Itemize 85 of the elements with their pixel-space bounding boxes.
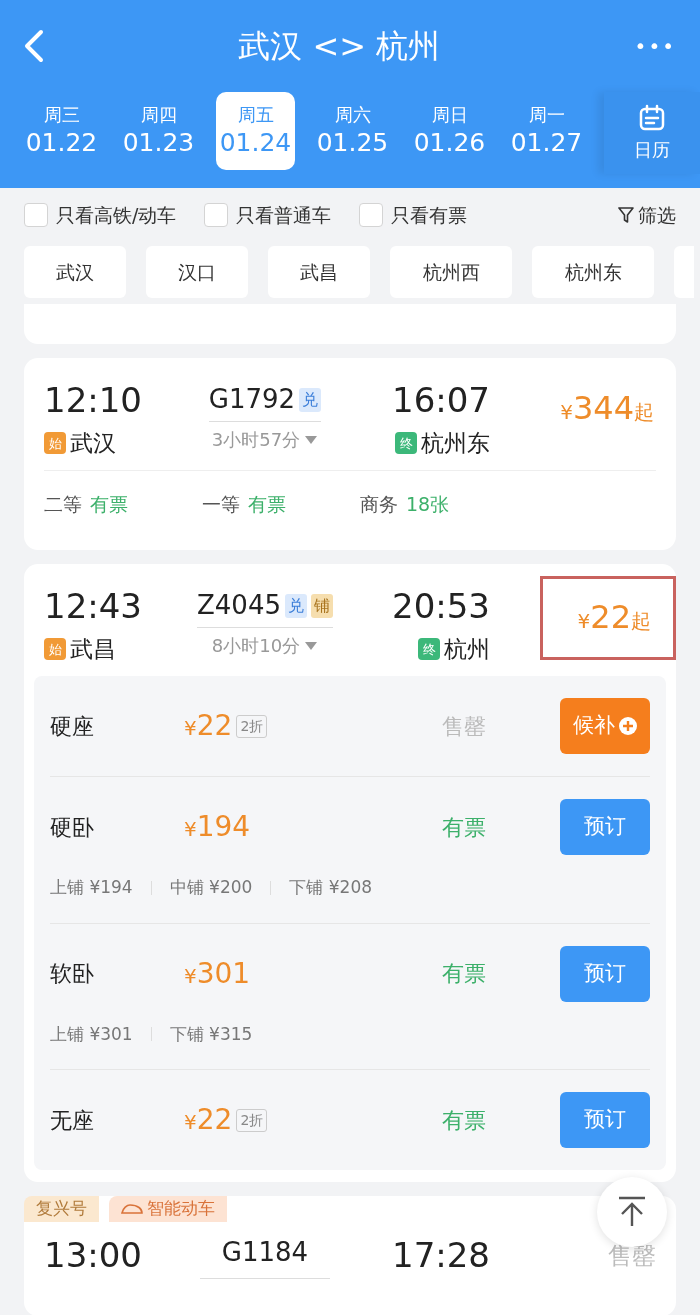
ticket-status: 售罄	[441, 712, 487, 741]
duration-toggle[interactable]: 8小时10分	[211, 632, 319, 659]
berth-price: 下铺 ¥315	[169, 1022, 253, 1046]
date-tab[interactable]: 周四 01.23	[119, 92, 198, 170]
seat-type: 硬座	[50, 712, 95, 741]
ticket-status: 有票	[441, 813, 487, 842]
station-chip[interactable]: 武昌	[268, 246, 370, 298]
departure-station: 武汉	[70, 429, 116, 458]
price-from: ¥22起	[577, 597, 651, 638]
seat-class: 商务	[360, 492, 398, 518]
filter-checkbox[interactable]: 只看有票	[359, 200, 468, 230]
filter-icon	[618, 206, 634, 224]
discount-tag: 2折	[236, 714, 268, 738]
seat-availability: 18张	[406, 492, 450, 518]
calendar-button[interactable]: 日历	[604, 92, 700, 174]
date-tab[interactable]: 周日 01.26	[410, 92, 489, 170]
train-card[interactable]: 12:43 始 武昌 Z4045 兑 铺 8小时10分 20:53 终 杭州 ¥22起 硬座 ¥22 2折 售罄 候补 硬卧 ¥194 有票 预订 上铺 ¥194 中铺 ¥200 下铺 ¥208 软卧 ¥301 有票 预订 上铺 ¥301 下铺 ¥315 无座 ¥22 2折 有票 预订	[24, 564, 676, 1182]
station-chip[interactable]: 杭州西	[390, 246, 512, 298]
more-button[interactable]: •••	[634, 31, 676, 61]
berth-price: 上铺 ¥194	[50, 876, 133, 899]
date-tab[interactable]: 周六 01.25	[313, 92, 392, 170]
arrival-station: 杭州东	[421, 429, 490, 458]
departure-time: 12:43	[44, 585, 143, 628]
seat-class: 一等	[202, 492, 240, 518]
ticket-status: 售罄	[608, 1240, 656, 1272]
arrival-time: 17:28	[391, 1234, 490, 1277]
departure-badge: 始	[44, 638, 66, 661]
seat-price: ¥22	[184, 1102, 233, 1138]
seat-type: 无座	[50, 1106, 95, 1135]
filter-button[interactable]: 筛选	[618, 200, 676, 230]
caret-icon	[304, 640, 319, 651]
page-title: 武汉 <> 杭州	[238, 26, 441, 67]
duration-toggle[interactable]: 3小时57分	[211, 426, 319, 453]
berth-price: 上铺 ¥301	[50, 1022, 133, 1046]
arrival-time: 16:07	[392, 379, 490, 422]
train-number: G1184	[221, 1235, 309, 1269]
seat-type: 硬卧	[50, 813, 95, 842]
caret-icon	[304, 434, 319, 445]
ticket-status: 有票	[441, 960, 487, 988]
arrow-up-icon	[617, 1196, 647, 1228]
berth-price: 中铺 ¥200	[169, 876, 253, 899]
train-label: 智能动车	[109, 1196, 227, 1222]
back-icon[interactable]	[24, 29, 44, 63]
train-card[interactable]: 12:10 始 武汉 G1792 兑 3小时57分 16:07 终 杭州东 ¥344起 二等 有票 一等 有票 商务 18张	[24, 358, 676, 550]
date-tab[interactable]: 周三 01.22	[22, 92, 101, 170]
train-label: 复兴号	[24, 1196, 99, 1222]
train-card[interactable]: 复兴号 智能动车 13:00 G1184 17:28 售罄	[24, 1196, 676, 1315]
price-from: ¥344起	[560, 388, 654, 429]
train-number: Z4045	[197, 589, 281, 622]
book-button[interactable]: 预订	[560, 799, 650, 855]
book-button[interactable]: 预订	[560, 945, 650, 1002]
seat-price: ¥22	[184, 708, 233, 744]
departure-time: 12:10	[44, 379, 143, 422]
calendar-icon	[638, 103, 666, 132]
seat-class: 二等	[44, 492, 82, 518]
arrival-badge: 终	[418, 638, 440, 661]
arrival-badge: 终	[395, 432, 417, 455]
train-tag: 铺	[311, 593, 333, 618]
discount-tag: 2折	[236, 1108, 268, 1132]
filter-checkbox[interactable]: 只看普通车	[204, 200, 332, 230]
filter-checkbox[interactable]: 只看高铁/动车	[24, 200, 177, 230]
seat-price: ¥194	[184, 809, 251, 845]
seat-price: ¥301	[184, 955, 251, 992]
train-tag: 兑	[285, 593, 307, 618]
seat-availability: 有票	[248, 492, 286, 518]
arrival-station: 杭州	[444, 635, 490, 664]
train-tag: 兑	[299, 387, 322, 412]
station-chip[interactable]: 武汉	[24, 246, 126, 298]
station-chip[interactable]: 汉口	[146, 246, 248, 298]
plus-icon	[619, 717, 637, 735]
waitlist-button[interactable]: 候补	[560, 698, 650, 754]
date-tab[interactable]: 周一 01.27	[507, 92, 586, 170]
station-chip[interactable]: 杭州东	[532, 246, 654, 298]
train-icon	[121, 1203, 143, 1215]
book-button[interactable]: 预订	[560, 1092, 650, 1148]
date-tab[interactable]: 周五 01.24	[216, 92, 295, 170]
departure-badge: 始	[44, 432, 66, 455]
train-number: G1792	[208, 383, 296, 416]
ticket-status: 有票	[441, 1106, 487, 1135]
arrival-time: 20:53	[392, 585, 490, 628]
berth-price: 下铺 ¥208	[289, 876, 372, 899]
seat-type: 软卧	[50, 960, 95, 988]
seat-availability: 有票	[90, 492, 128, 518]
departure-time: 13:00	[44, 1234, 143, 1277]
departure-station: 武昌	[70, 635, 116, 664]
